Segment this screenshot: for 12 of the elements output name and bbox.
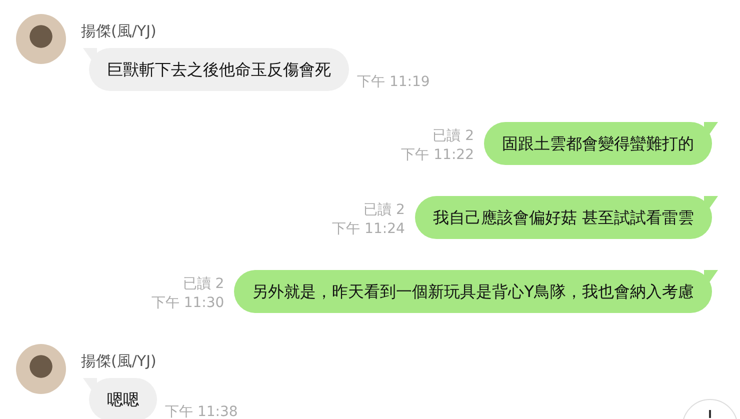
message-time: 下午 11:24 xyxy=(332,220,405,239)
message-time: 下午 11:38 xyxy=(165,403,238,419)
read-receipt: 已讀 2 xyxy=(432,127,474,146)
sender-name: 揚傑(風/YJ) xyxy=(81,351,158,371)
avatar[interactable] xyxy=(16,344,66,394)
sender-name: 揚傑(風/YJ) xyxy=(81,21,158,41)
read-receipt: 已讀 2 xyxy=(364,201,405,220)
message-time: 下午 11:19 xyxy=(357,73,430,91)
message-time: 下午 11:30 xyxy=(151,294,224,313)
message-time: 下午 11:22 xyxy=(401,146,474,165)
avatar[interactable] xyxy=(16,14,66,64)
read-receipt: 已讀 2 xyxy=(182,275,224,294)
